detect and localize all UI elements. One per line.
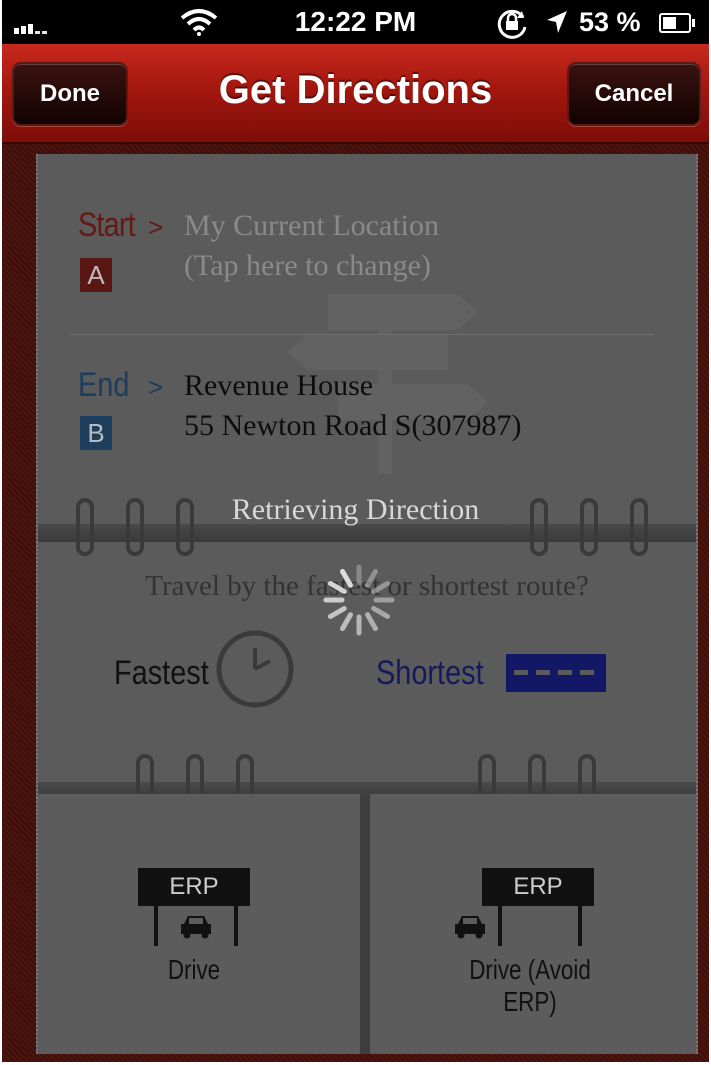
spinner-spoke	[365, 568, 378, 588]
end-label: End	[78, 366, 130, 404]
chevron-right-icon: >	[148, 372, 164, 402]
battery-icon	[659, 13, 695, 33]
spinner-spoke	[340, 612, 353, 632]
start-address[interactable]: My Current Location (Tap here to change)	[184, 206, 439, 286]
end-badge: B	[80, 416, 112, 450]
erp-post	[498, 904, 502, 946]
status-bar: 12:22 PM 53 %	[2, 0, 709, 44]
spinner-spoke	[340, 568, 353, 588]
start-badge: A	[80, 258, 112, 292]
clock-icon[interactable]	[214, 628, 296, 710]
start-label: Start	[78, 206, 136, 244]
spinner-spoke	[365, 612, 378, 632]
battery-percentage: 53 %	[579, 7, 641, 37]
car-icon	[181, 916, 211, 939]
rotation-lock-icon	[497, 9, 527, 39]
divider	[70, 334, 654, 335]
spinner-spoke	[327, 581, 347, 594]
road-icon[interactable]	[506, 654, 606, 692]
drive-avoid-erp-label: Drive (Avoid ERP)	[469, 954, 591, 1017]
spinner-spoke	[371, 606, 391, 619]
end-address[interactable]: Revenue House 55 Newton Road S(307987)	[184, 366, 521, 446]
start-address-line1: My Current Location	[184, 209, 439, 242]
card-separator	[360, 794, 370, 1054]
loading-message: Retrieving Direction	[231, 493, 480, 526]
navigation-bar: Done Get Directions Cancel	[2, 44, 709, 144]
car-icon	[455, 916, 485, 939]
start-location-row[interactable]: Start > A My Current Location (Tap here …	[38, 154, 696, 529]
erp-post	[234, 904, 238, 946]
drive-label: Drive	[167, 954, 221, 985]
chevron-right-icon: >	[148, 212, 164, 242]
erp-post	[154, 904, 158, 946]
location-arrow-icon	[547, 11, 567, 33]
spinner-spoke	[371, 581, 391, 594]
spinner-spoke	[327, 606, 347, 619]
erp-post	[578, 904, 582, 946]
end-address-line2: 55 Newton Road S(307987)	[184, 409, 522, 442]
loading-spinner-icon	[323, 564, 395, 636]
phone-screen: 12:22 PM 53 % Done Get Directions Cancel	[2, 0, 709, 1062]
fastest-option[interactable]: Fastest	[114, 654, 209, 693]
erp-gantry-icon: ERP	[482, 868, 594, 906]
erp-gantry-icon: ERP	[138, 868, 250, 906]
battery-fill	[663, 17, 676, 29]
end-address-line1: Revenue House	[184, 369, 374, 402]
shortest-option[interactable]: Shortest	[376, 654, 484, 693]
start-address-line2: (Tap here to change)	[184, 249, 431, 282]
cancel-button[interactable]: Cancel	[567, 62, 701, 126]
